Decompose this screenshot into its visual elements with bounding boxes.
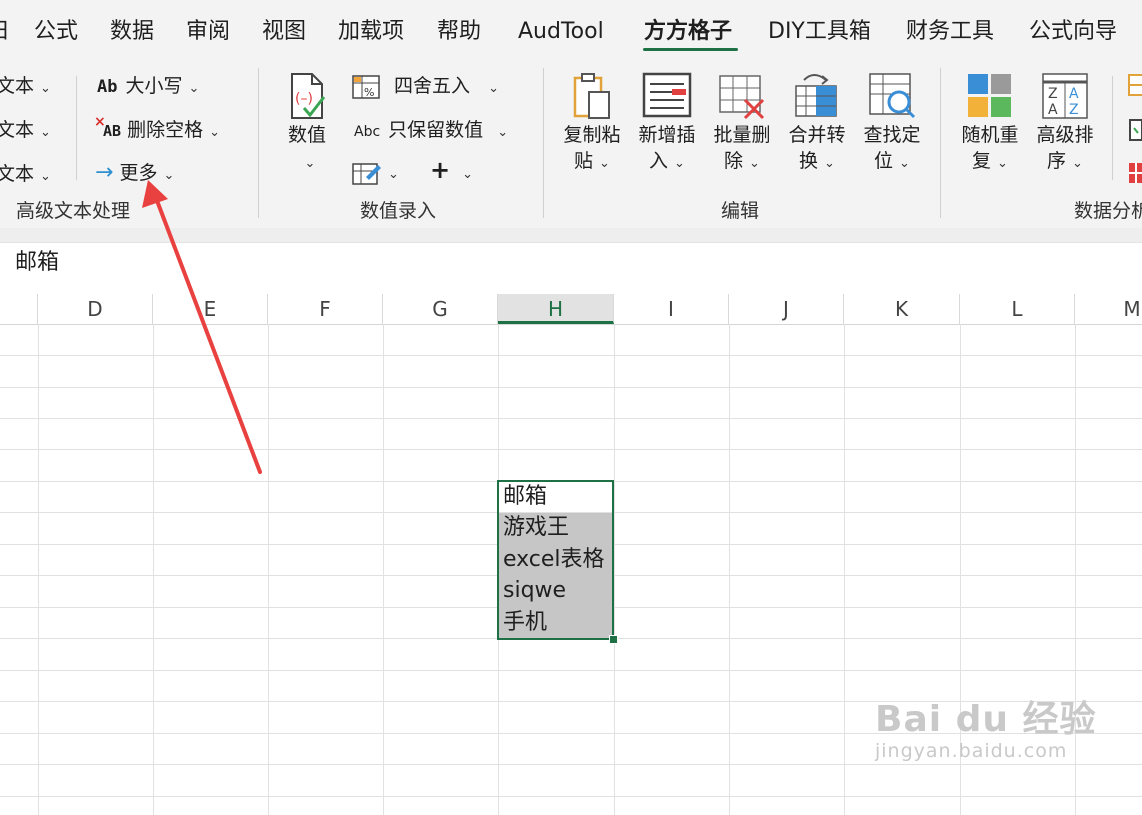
watermark-logo: Bai du 经验 (875, 699, 1097, 740)
watermark-url: jingyan.baidu.com (875, 740, 1068, 762)
baidu-watermark: Bai du 经验 jingyan.baidu.com (875, 690, 1097, 762)
